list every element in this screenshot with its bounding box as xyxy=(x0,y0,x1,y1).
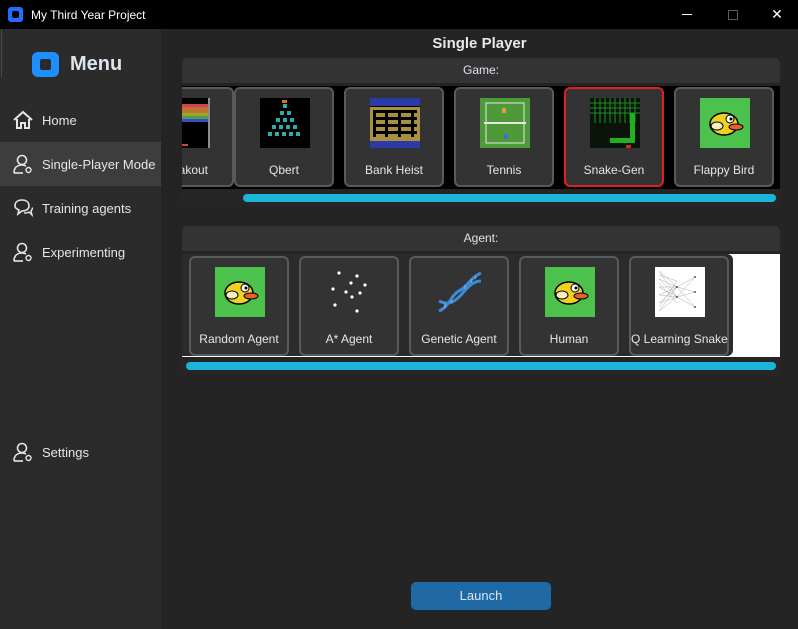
game-card-qbert[interactable]: Qbert xyxy=(234,87,334,187)
game-section-header: Game: xyxy=(182,58,780,83)
game-card-bank-heist[interactable]: Bank Heist xyxy=(344,87,444,187)
sidebar-item-label: Settings xyxy=(42,444,89,460)
qbert-thumbnail xyxy=(260,98,310,148)
minimize-button[interactable] xyxy=(664,0,710,29)
agent-carousel-scrollbar[interactable] xyxy=(186,362,776,370)
close-icon: ✕ xyxy=(771,6,783,22)
app-icon xyxy=(8,7,23,22)
game-carousel: Breakout Qbert xyxy=(182,86,780,189)
bank-heist-thumbnail xyxy=(370,98,420,148)
agent-card-label: Genetic Agent xyxy=(421,332,497,346)
agent-card-label: Random Agent xyxy=(199,332,279,346)
sidebar-item-label: Experimenting xyxy=(42,244,126,260)
game-card-label: Breakout xyxy=(182,163,209,177)
game-card-label: Bank Heist xyxy=(364,163,424,177)
agent-section-header: Agent: xyxy=(182,226,780,251)
close-button[interactable]: ✕ xyxy=(754,0,798,29)
dots-graph-icon xyxy=(325,267,375,317)
game-card-label: Tennis xyxy=(486,163,522,177)
sidebar-item-home[interactable]: Home xyxy=(0,98,161,142)
dna-icon xyxy=(435,267,485,317)
title-bar: My Third Year Project ✕ xyxy=(0,0,798,29)
user-icon xyxy=(13,242,32,262)
sidebar-divider xyxy=(1,29,2,77)
sidebar-item-single-player-mode[interactable]: Single-Player Mode xyxy=(0,142,161,186)
game-card-breakout[interactable]: Breakout xyxy=(182,87,234,187)
page-title: Single Player xyxy=(432,35,527,52)
sidebar-item-label: Home xyxy=(42,112,77,128)
menu-title: Menu xyxy=(70,53,123,75)
flappy-bird-thumbnail xyxy=(545,267,595,317)
window-title: My Third Year Project xyxy=(31,8,146,22)
sidebar: Menu Home Single-Player Mode Training ag… xyxy=(0,29,161,629)
agent-card-q-learning-snake[interactable]: Q Learning Snake xyxy=(629,256,729,356)
game-card-label: Snake-Gen xyxy=(583,163,645,177)
flappy-bird-thumbnail xyxy=(700,98,750,148)
launch-button[interactable]: Launch xyxy=(411,582,551,610)
agent-card-genetic[interactable]: Genetic Agent xyxy=(409,256,509,356)
maximize-icon xyxy=(728,9,738,20)
agent-card-label: Q Learning Snake xyxy=(631,332,728,346)
game-card-snake-gen[interactable]: Snake-Gen xyxy=(564,87,664,187)
tennis-thumbnail xyxy=(480,98,530,148)
agent-card-random[interactable]: Random Agent xyxy=(189,256,289,356)
agent-card-astar[interactable]: A* Agent xyxy=(299,256,399,356)
minimize-icon xyxy=(682,14,692,15)
neural-network-icon xyxy=(655,267,705,317)
agent-card-human[interactable]: Human xyxy=(519,256,619,356)
sidebar-item-settings[interactable]: Settings xyxy=(0,430,161,474)
sidebar-item-experimenting[interactable]: Experimenting xyxy=(0,230,161,274)
agent-carousel: Random Agent A* Agent Genetic Agent Huma… xyxy=(182,254,780,357)
game-card-label: Qbert xyxy=(268,163,299,177)
game-card-tennis[interactable]: Tennis xyxy=(454,87,554,187)
sidebar-item-label: Training agents xyxy=(42,200,132,216)
user-icon xyxy=(13,154,32,174)
flappy-bird-thumbnail xyxy=(215,267,265,317)
agent-card-label: Human xyxy=(549,332,589,346)
chat-icon xyxy=(14,199,34,218)
agent-card-label: A* Agent xyxy=(325,332,373,346)
logo-icon xyxy=(32,52,59,77)
game-carousel-scrollbar[interactable] xyxy=(243,194,776,202)
sidebar-item-training-agents[interactable]: Training agents xyxy=(0,186,161,230)
breakout-thumbnail xyxy=(182,98,210,148)
snake-thumbnail xyxy=(590,98,640,148)
home-icon xyxy=(13,110,33,129)
game-card-flappy-bird[interactable]: Flappy Bird xyxy=(674,87,774,187)
game-card-label: Flappy Bird xyxy=(693,163,755,177)
sidebar-item-label: Single-Player Mode xyxy=(42,156,156,172)
maximize-button[interactable] xyxy=(710,0,756,29)
user-icon xyxy=(13,442,32,462)
